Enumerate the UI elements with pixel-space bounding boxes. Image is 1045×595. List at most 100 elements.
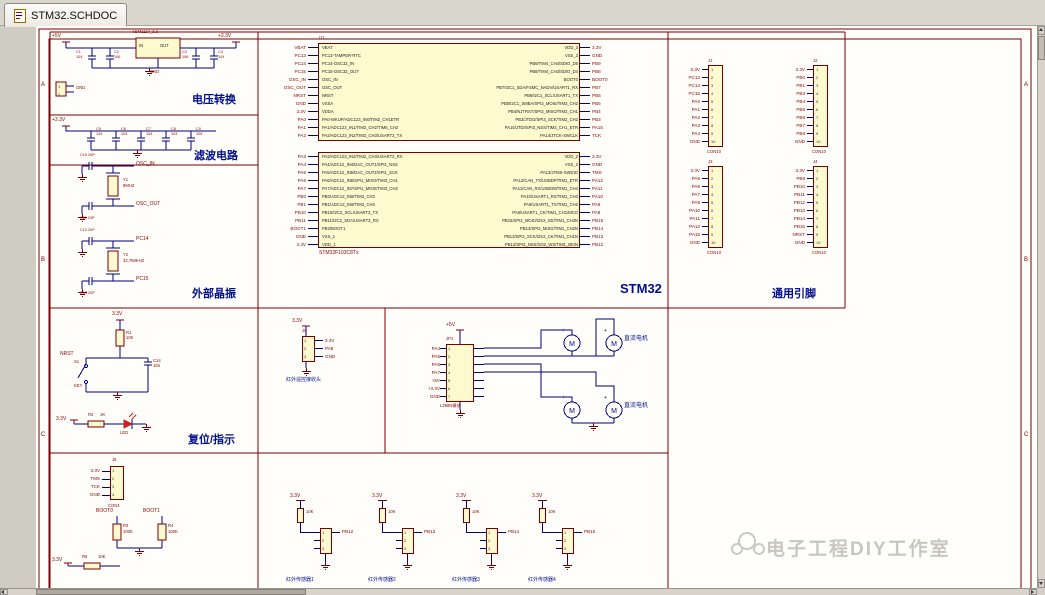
section-caption[interactable]: 外部晶振 bbox=[192, 288, 236, 301]
pin-header-connector[interactable]: J4 3.3V PB9 PB10 PB11 PB12 PB13 PB14 PB1… bbox=[775, 159, 839, 260]
net-label[interactable]: PB15 bbox=[584, 528, 595, 536]
capacitor[interactable]: C1 104 bbox=[76, 50, 92, 59]
ir-sensor-circuit[interactable]: 3.3V 10K 1 2 3 PB13 红外传感器2 bbox=[368, 493, 436, 586]
connector-net-labels[interactable]: PA4 PA5 PA6 PA7 +5V +3.3V GND bbox=[408, 345, 440, 401]
connector-net-labels[interactable]: 3.3V PB0 PB1 PB3 PB4 PB5 PB6 PB7 PB8 GND bbox=[775, 66, 805, 146]
section-caption[interactable]: 通用引脚 bbox=[772, 288, 816, 301]
connector-net-labels[interactable]: 3.3V PB9 PB10 PB11 PB12 PB13 PB14 PB15 N… bbox=[775, 167, 805, 247]
net-label[interactable]: PB14 bbox=[508, 528, 519, 536]
horizontal-scroll-thumb[interactable] bbox=[36, 589, 306, 595]
resistor-ref: R5 bbox=[82, 554, 88, 559]
net-label[interactable]: PB13 bbox=[424, 528, 435, 536]
section-caption[interactable]: 红外传感器2 bbox=[368, 577, 396, 584]
horizontal-scrollbar[interactable] bbox=[0, 588, 1037, 595]
scroll-up-arrow-icon[interactable] bbox=[1038, 26, 1045, 35]
tab-stm32-schdoc[interactable]: STM32.SCHDOC bbox=[4, 3, 128, 27]
section-caption[interactable]: 电压转换 bbox=[192, 94, 236, 107]
power-net-label[interactable]: +3.3V bbox=[52, 117, 65, 124]
gnd-symbol[interactable] bbox=[135, 548, 144, 557]
resistor-body[interactable] bbox=[297, 508, 304, 523]
gnd-symbol[interactable] bbox=[321, 562, 330, 571]
section-caption[interactable]: STM32 bbox=[620, 281, 662, 297]
section-caption[interactable]: 复位/指示 bbox=[188, 434, 235, 447]
power-net-label[interactable]: +5V bbox=[52, 33, 61, 40]
section-caption[interactable]: 滤波电路 bbox=[194, 150, 238, 163]
pin-header-connector[interactable]: J1 3.3V PC13 PC14 PC15 PA0 PA1 PA2 PA3 P… bbox=[670, 58, 734, 159]
ir-sensor-circuit[interactable]: 3.3V 10K 1 2 3 PB14 红外传感器3 bbox=[452, 493, 520, 586]
gnd-symbol[interactable] bbox=[113, 392, 122, 401]
capacitor[interactable]: C5 104 bbox=[96, 127, 112, 136]
net-label-column[interactable]: 3.3V GND PB9 PB8 BOOT0 PB7 PB6 PB5 PB4 P… bbox=[592, 44, 608, 140]
ir-sensor-circuit[interactable]: 3.3V 10K 1 2 3 PB12 红外传感器1 bbox=[286, 493, 354, 586]
vertical-scroll-thumb[interactable] bbox=[1038, 36, 1045, 60]
gnd-symbol[interactable] bbox=[487, 562, 496, 571]
net-label[interactable]: BOOT0 bbox=[96, 508, 113, 515]
connector-designator: J6 bbox=[112, 457, 117, 462]
gnd-symbol[interactable] bbox=[78, 249, 87, 258]
scroll-left-arrow-icon[interactable] bbox=[0, 589, 8, 595]
resistor-body[interactable] bbox=[379, 508, 386, 523]
connector-net-labels[interactable]: 3.3V PC13 PC14 PC15 PA0 PA1 PA2 PA3 PA4 … bbox=[670, 66, 701, 146]
capacitor[interactable]: C4 104 bbox=[218, 50, 234, 59]
net-label[interactable]: PB12 bbox=[342, 528, 353, 536]
capacitor[interactable]: C8 104 bbox=[171, 127, 187, 136]
gnd-symbol[interactable] bbox=[142, 424, 151, 433]
pin-header-connector[interactable]: J2 3.3V PB0 PB1 PB3 PB4 PB5 PB6 PB7 PB8 … bbox=[775, 58, 839, 159]
net-label-column[interactable]: 3.3V GND TMS PA12 PA11 PA10 PA9 PA8 PB15… bbox=[592, 153, 603, 249]
ir-sensor-circuit[interactable]: 3.3V 10K 1 2 3 PB15 红外传感器4 bbox=[528, 493, 596, 586]
scroll-right-arrow-icon[interactable] bbox=[1029, 589, 1037, 595]
gnd-symbol[interactable] bbox=[456, 410, 465, 419]
section-caption[interactable]: 红外传感器3 bbox=[452, 577, 480, 584]
connector-net-labels[interactable]: 3.3V PA8 GND bbox=[325, 337, 335, 361]
pin-header-connector[interactable]: J3 3.3V PA5 PA6 PA7 PA9 PA10 PA11 PA12 P… bbox=[670, 159, 734, 260]
power-net-label[interactable]: 3.3V bbox=[532, 493, 542, 500]
net-label[interactable]: BOOT1 bbox=[143, 508, 160, 515]
gnd-symbol[interactable] bbox=[563, 562, 572, 571]
net-label-column[interactable]: VBAT PC13 PC14 PC15 OSC_IN OSC_OUT NRST … bbox=[262, 44, 306, 140]
connector-net-labels[interactable]: 3.3V PA5 PA6 PA7 PA9 PA10 PA11 PA12 PA15… bbox=[670, 167, 700, 247]
capacitor[interactable]: C3 106 bbox=[182, 50, 198, 59]
net-label[interactable]: OSC_IN bbox=[136, 161, 155, 168]
net-label[interactable]: PC15 bbox=[136, 276, 149, 283]
reset-led-circuit[interactable] bbox=[70, 319, 152, 429]
schematic-sheet[interactable]: M M M M + + + + ABC ABC +5V +3.3V ASM111… bbox=[36, 26, 1037, 588]
section-caption[interactable]: 红外遥控接收头 bbox=[286, 377, 321, 384]
power-net-label[interactable]: 3.3V bbox=[292, 318, 302, 325]
power-net-label[interactable]: 3.3V bbox=[52, 557, 62, 564]
power-net-label[interactable]: 3.3V bbox=[112, 311, 122, 318]
vertical-scrollbar[interactable] bbox=[1037, 26, 1045, 588]
section-caption[interactable]: L298N模块 bbox=[440, 403, 461, 409]
power-net-label[interactable]: +3.3V bbox=[218, 33, 231, 40]
net-label[interactable]: OSC_OUT bbox=[136, 201, 160, 208]
section-caption[interactable]: 红外传感器4 bbox=[528, 577, 556, 584]
net-label-column[interactable]: PA3 PA4 PA5 PA6 PA7 PB0 PB1 PB10 PB11 BO… bbox=[262, 153, 306, 249]
power-net-label[interactable]: 3.3V bbox=[290, 493, 300, 500]
gnd-symbol[interactable] bbox=[403, 562, 412, 571]
power-net-label[interactable]: 3.3V bbox=[456, 493, 466, 500]
scroll-down-arrow-icon[interactable] bbox=[1038, 579, 1045, 588]
capacitor[interactable]: C2 106 bbox=[114, 50, 130, 59]
power-net-label[interactable]: 3.3V bbox=[56, 416, 66, 423]
capacitor[interactable]: C7 104 bbox=[146, 127, 162, 136]
net-label[interactable]: PC14 bbox=[136, 236, 149, 243]
gnd-symbol[interactable] bbox=[78, 289, 87, 298]
regulator-part-label[interactable]: ASM1117_3.3 bbox=[132, 29, 158, 35]
power-net-label[interactable]: +5V bbox=[446, 322, 455, 329]
capacitor[interactable]: C6 104 bbox=[121, 127, 137, 136]
filter-capacitor-circuit[interactable] bbox=[62, 125, 216, 151]
connector-net-labels[interactable]: 3.3V TMS TCK GND bbox=[64, 467, 100, 499]
gnd-symbol[interactable] bbox=[145, 68, 154, 77]
gnd-symbol[interactable] bbox=[302, 368, 311, 377]
gnd-text-label[interactable]: GND bbox=[76, 85, 85, 91]
gnd-symbol[interactable] bbox=[78, 214, 87, 223]
resistor-body[interactable] bbox=[539, 508, 546, 523]
boot-config-circuit[interactable] bbox=[64, 516, 167, 570]
gnd-symbol[interactable] bbox=[133, 150, 142, 159]
net-label[interactable]: NRST bbox=[60, 351, 74, 358]
resistor-body[interactable] bbox=[463, 508, 470, 523]
section-caption[interactable]: 红外传感器1 bbox=[286, 577, 314, 584]
gnd-symbol[interactable] bbox=[78, 174, 87, 183]
capacitor[interactable]: C9 106 bbox=[196, 127, 212, 136]
power-net-label[interactable]: 3.3V bbox=[372, 493, 382, 500]
gnd-symbol[interactable] bbox=[589, 423, 598, 432]
